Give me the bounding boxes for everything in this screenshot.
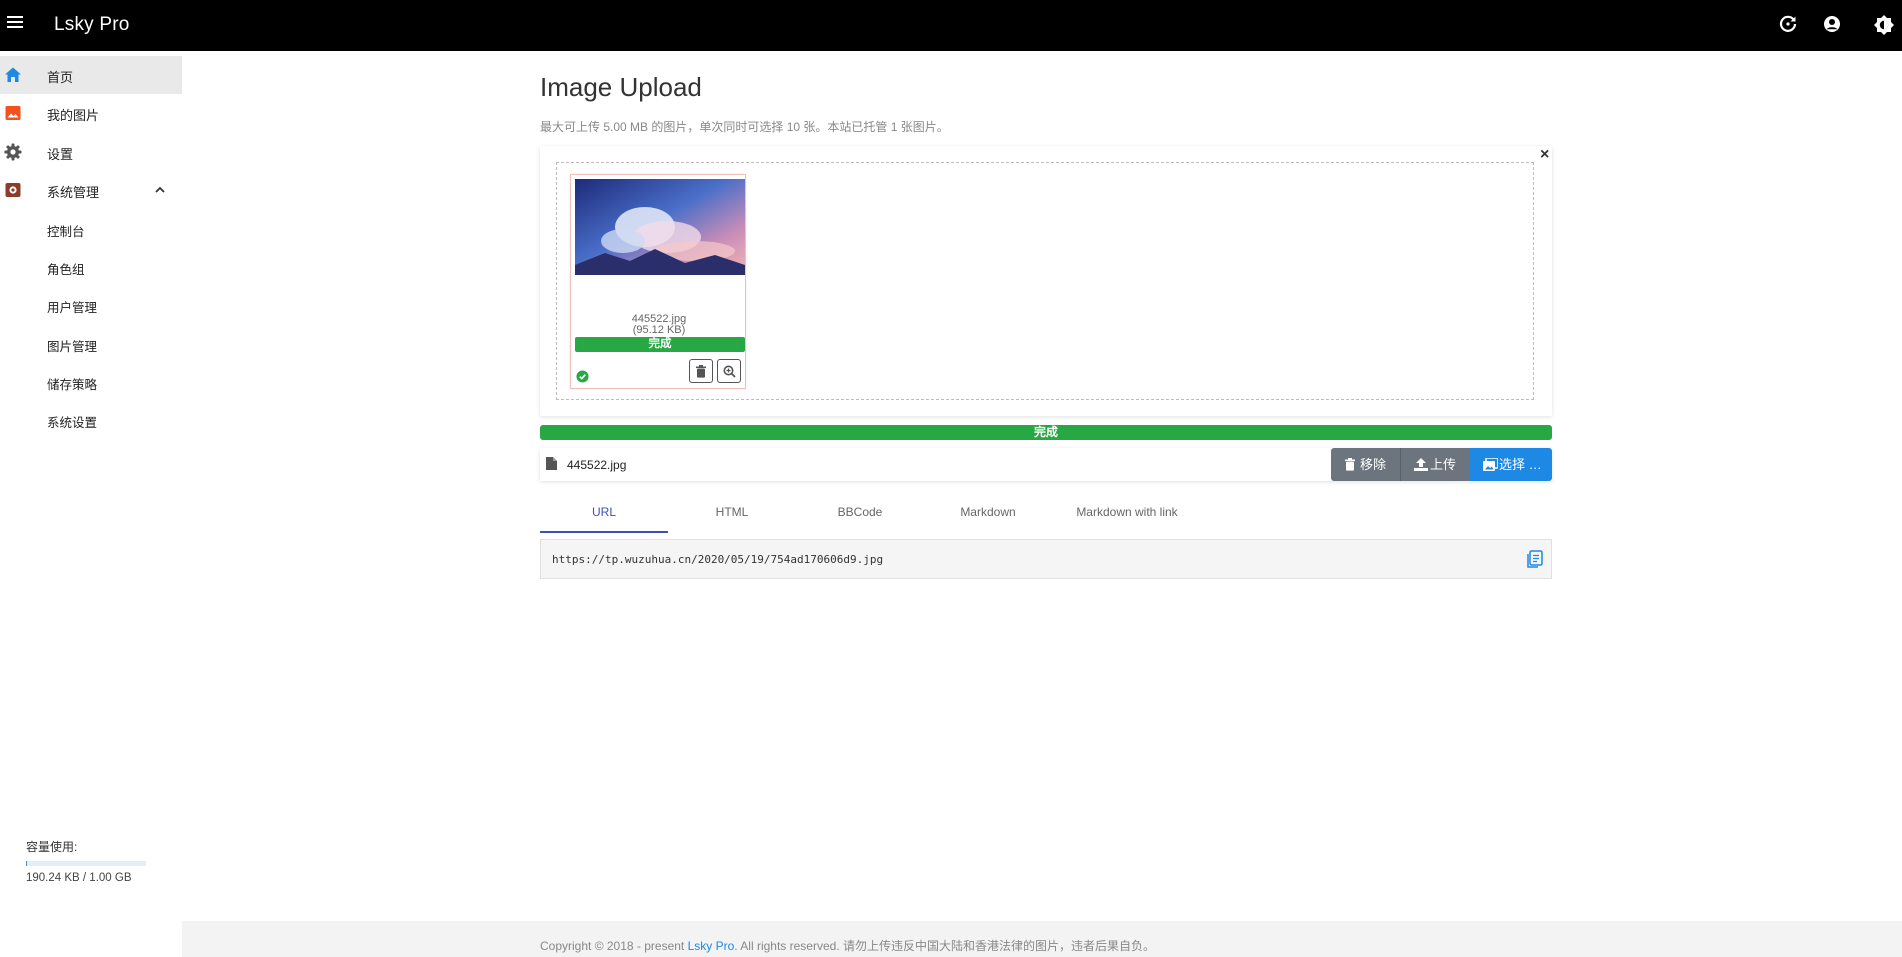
close-icon[interactable]: × [1540,146,1549,164]
sidebar-subitem-system-settings[interactable]: 系统设置 [0,402,182,438]
tab-bbcode[interactable]: BBCode [796,498,924,533]
sidebar-subitem-label: 角色组 [47,263,85,277]
image-thumbnail [575,179,745,275]
choose-button-label: 选择 … [1499,457,1542,472]
link-output-field[interactable]: https://tp.wuzuhua.cn/2020/05/19/754ad17… [540,539,1552,579]
refresh-icon[interactable] [1779,15,1799,35]
sidebar-item-settings[interactable]: 设置 [0,133,182,171]
usage-progress-bar [26,861,146,866]
usage-title: 容量使用: [26,840,78,854]
sidebar-item-label: 设置 [47,147,74,162]
tab-markdown-with-link[interactable]: Markdown with link [1052,498,1202,533]
theme-icon[interactable] [1874,15,1894,35]
storage-usage: 容量使用: 190.24 KB / 1.00 GB [26,838,166,884]
sidebar-subitem-users[interactable]: 用户管理 [0,287,182,323]
sidebar-subitem-label: 用户管理 [47,301,98,315]
file-caption-row: 445522.jpg 移除 上传 选择 … [540,448,1552,481]
gear-icon [4,143,22,161]
remove-button[interactable]: 移除 [1331,448,1400,481]
sidebar: 首页 我的图片 设置 系统管理 控制台 角色组 用户管理 图片管理 储存策略 系… [0,51,182,957]
sidebar-subitem-images[interactable]: 图片管理 [0,326,182,362]
sidebar-subitem-roles[interactable]: 角色组 [0,249,182,285]
sidebar-item-label: 我的图片 [47,108,100,123]
upload-icon [1414,458,1428,471]
tab-markdown[interactable]: Markdown [924,498,1052,533]
usage-text: 190.24 KB / 1.00 GB [26,872,132,884]
sidebar-subitem-storage[interactable]: 储存策略 [0,364,182,400]
sidebar-item-system-admin[interactable]: 系统管理 [0,171,182,209]
sidebar-subitem-label: 系统设置 [47,416,98,430]
sidebar-item-my-images[interactable]: 我的图片 [0,94,182,132]
admin-icon [4,181,22,199]
sidebar-subitem-label: 图片管理 [47,340,98,354]
footer-copyright: Copyright © 2018 - present [540,939,688,953]
remove-button-label: 移除 [1360,457,1387,472]
footer-link[interactable]: Lsky Pro [688,939,735,953]
sidebar-item-label: 首页 [47,70,74,85]
app-title[interactable]: Lsky Pro [54,14,130,36]
overall-progress-bar: 完成 [540,425,1552,440]
tab-html[interactable]: HTML [668,498,796,533]
image-icon [4,104,22,122]
upload-button-label: 上传 [1430,457,1457,472]
footer-notice: . All rights reserved. 请勿上传违反中国大陆和香港法律的图… [734,939,1155,953]
footer: Copyright © 2018 - present Lsky Pro. All… [182,921,1902,957]
file-icon [546,457,558,471]
sidebar-subitem-label: 储存策略 [47,378,98,392]
success-check-icon [576,370,590,384]
trash-icon [1345,458,1355,471]
file-preview-card: 445522.jpg (95.12 KB) 完成 [570,174,746,389]
file-caption[interactable]: 445522.jpg [567,458,626,472]
images-icon [1483,458,1498,471]
home-icon [4,66,22,84]
image-url[interactable]: https://tp.wuzuhua.cn/2020/05/19/754ad17… [552,553,883,566]
sidebar-item-label: 系统管理 [47,185,100,200]
choose-files-button[interactable]: 选择 … [1470,448,1552,481]
sidebar-subitem-label: 控制台 [47,225,85,239]
zoom-file-button[interactable] [717,359,741,383]
tab-url[interactable]: URL [540,498,668,533]
delete-file-button[interactable] [689,359,713,383]
usage-progress-fill [26,861,28,866]
chevron-up-icon[interactable] [153,183,167,197]
upload-panel: × 445522.jpg (95.12 KB) 完成 [540,146,1552,416]
footer-text: Copyright © 2018 - present Lsky Pro. All… [540,937,1155,954]
sidebar-item-home[interactable]: 首页 [0,56,182,94]
upload-button[interactable]: 上传 [1400,448,1470,481]
account-icon[interactable] [1823,15,1843,35]
file-progress-bar: 完成 [575,337,745,352]
file-size: (95.12 KB) [632,324,686,336]
link-format-tabs: URL HTML BBCode Markdown Markdown with l… [540,498,1552,533]
sidebar-subitem-dashboard[interactable]: 控制台 [0,211,182,247]
page-title: Image Upload [540,72,702,102]
copy-icon[interactable] [1525,550,1545,570]
top-app-bar: Lsky Pro [0,0,1902,51]
zoom-in-icon [723,365,736,378]
trash-icon [696,365,706,378]
menu-icon[interactable] [7,15,25,35]
page-subtitle: 最大可上传 5.00 MB 的图片，单次同时可选择 10 张。本站已托管 1 张… [540,120,949,134]
drop-zone[interactable]: 445522.jpg (95.12 KB) 完成 [556,162,1534,400]
